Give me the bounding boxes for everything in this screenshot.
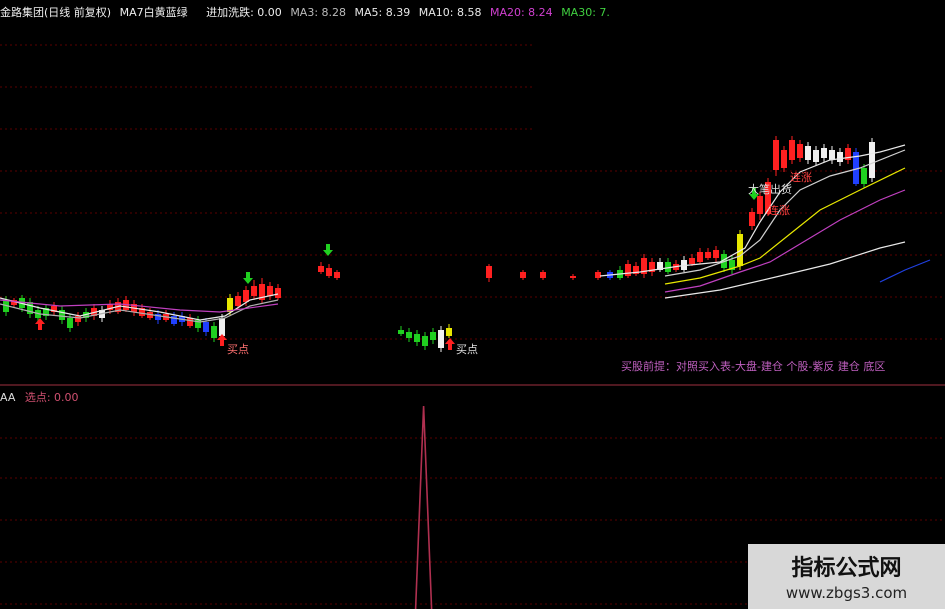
- sell-arrow-1: [323, 244, 333, 256]
- candle-body-25: [203, 322, 209, 332]
- candle-body-35: [318, 266, 324, 272]
- candle-body-34: [275, 288, 281, 298]
- signal-spike: [414, 405, 433, 609]
- candle-body-27: [219, 318, 225, 336]
- candle-body-61: [697, 252, 703, 262]
- ma3-value: MA3: 8.28: [290, 6, 347, 19]
- candle-body-73: [797, 144, 803, 158]
- buy-arrow-1: [35, 318, 45, 330]
- candle-body-23: [187, 318, 193, 326]
- candle-body-70: [773, 140, 779, 170]
- candle-body-67: [749, 212, 755, 226]
- candle-body-43: [438, 330, 444, 348]
- sub-header: AA 选点: 0.00: [0, 389, 79, 405]
- candle-body-74: [805, 146, 811, 160]
- candle-body-40: [414, 334, 420, 342]
- mask-top-right: [535, 0, 945, 140]
- candle-body-44: [446, 328, 452, 336]
- sell-arrow-2: [243, 272, 253, 284]
- watermark-title: 指标公式网: [791, 556, 902, 581]
- candle-body-60: [689, 258, 695, 264]
- rise-label-2: 连涨: [768, 204, 790, 217]
- candle-body-82: [869, 142, 875, 178]
- candle-body-30: [243, 290, 249, 302]
- candle-body-42: [430, 332, 436, 340]
- candle-body-9: [75, 316, 81, 322]
- candle-body-68: [757, 196, 763, 214]
- ma10-value: MA10: 8.58: [418, 6, 482, 19]
- candle-body-26: [211, 326, 217, 338]
- candle-body-77: [829, 150, 835, 160]
- sub-indicator-name: AA: [0, 391, 16, 404]
- candle-body-47: [540, 272, 546, 278]
- candle-body-33: [267, 286, 273, 296]
- watermark-url: www.zbgs3.com: [785, 584, 908, 602]
- candle-body-48: [570, 276, 576, 278]
- rise-label-1: 连涨: [790, 171, 812, 184]
- candle-body-63: [713, 250, 719, 258]
- candle-body-36: [326, 268, 332, 276]
- candle-body-29: [235, 296, 241, 306]
- ma-note: MA7白黄蓝绿: [119, 6, 188, 19]
- candle-body-62: [705, 252, 711, 258]
- candle-body-49: [595, 272, 601, 278]
- buy-arrow-3: [445, 338, 455, 350]
- ma-line-blue: [879, 259, 931, 283]
- big-sell-label: 大笔出货: [748, 183, 792, 196]
- buy-tip: 买股前提：对照买入表-大盘-建仓 个股-紫反 建仓 底区: [621, 360, 886, 373]
- candle-body-38: [398, 330, 404, 334]
- candle-body-75: [813, 150, 819, 162]
- main-header: 金路集团(日线 前复权) MA7白黄蓝绿 进加洗跌: 0.00 MA3: 8.2…: [0, 4, 615, 20]
- candle-body-8: [67, 318, 73, 328]
- stock-title: 金路集团(日线 前复权): [0, 6, 112, 19]
- candle-body-71: [781, 150, 787, 168]
- candle-body-31: [251, 286, 257, 296]
- ma30-value: MA30: 7.: [561, 6, 610, 19]
- ma5-value: MA5: 8.39: [354, 6, 411, 19]
- candle-body-76: [821, 148, 827, 158]
- kline-chart: 金路集团(日线 前复权) MA7白黄蓝绿 进加洗跌: 0.00 MA3: 8.2…: [0, 0, 945, 609]
- indicator-value: 进加洗跌: 0.00: [206, 6, 282, 19]
- watermark: 指标公式网 www.zbgs3.com: [748, 544, 945, 609]
- candle-body-46: [520, 272, 526, 278]
- candle-body-41: [422, 336, 428, 346]
- candle-body-45: [486, 266, 492, 278]
- candle-body-52: [625, 264, 631, 276]
- ma20-value: MA20: 8.24: [489, 6, 553, 19]
- sub-indicator-value: 选点: 0.00: [24, 391, 79, 404]
- chart-svg: [0, 0, 945, 609]
- buy-label-1: 买点: [227, 343, 249, 356]
- candle-body-78: [837, 152, 843, 162]
- candle-body-81: [861, 168, 867, 184]
- buy-arrow-2: [217, 334, 227, 346]
- candle-body-39: [406, 332, 412, 338]
- buy-label-2: 买点: [456, 343, 478, 356]
- candle-body-37: [334, 272, 340, 278]
- candle-body-72: [789, 140, 795, 160]
